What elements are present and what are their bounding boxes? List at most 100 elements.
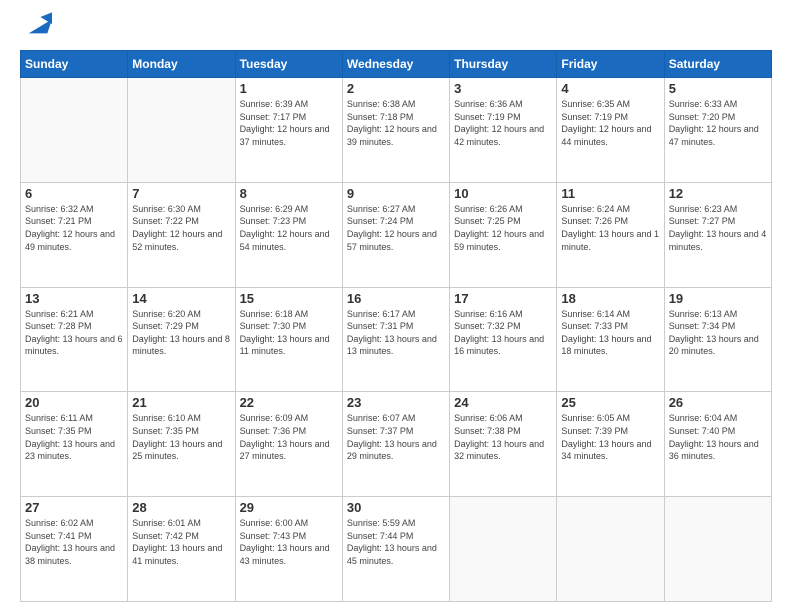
- header-row: SundayMondayTuesdayWednesdayThursdayFrid…: [21, 51, 772, 78]
- day-info: Sunrise: 6:14 AMSunset: 7:33 PMDaylight:…: [561, 308, 659, 358]
- day-info: Sunrise: 6:23 AMSunset: 7:27 PMDaylight:…: [669, 203, 767, 253]
- day-number: 20: [25, 395, 123, 410]
- day-number: 24: [454, 395, 552, 410]
- calendar-table: SundayMondayTuesdayWednesdayThursdayFrid…: [20, 50, 772, 602]
- day-info: Sunrise: 6:10 AMSunset: 7:35 PMDaylight:…: [132, 412, 230, 462]
- header: [20, 16, 772, 40]
- day-number: 5: [669, 81, 767, 96]
- calendar-cell: 17 Sunrise: 6:16 AMSunset: 7:32 PMDayligh…: [450, 287, 557, 392]
- day-info: Sunrise: 6:00 AMSunset: 7:43 PMDaylight:…: [240, 517, 338, 567]
- calendar-row: 27 Sunrise: 6:02 AMSunset: 7:41 PMDayligh…: [21, 497, 772, 602]
- calendar-cell: 14Sunrise: 6:20 AMSunset: 7:29 PMDayligh…: [128, 287, 235, 392]
- day-number: 17: [454, 291, 552, 306]
- calendar-row: 20 Sunrise: 6:11 AMSunset: 7:35 PMDayligh…: [21, 392, 772, 497]
- day-number: 1: [240, 81, 338, 96]
- day-number: 14: [132, 291, 230, 306]
- header-day: Saturday: [664, 51, 771, 78]
- calendar-cell: [557, 497, 664, 602]
- calendar-row: 1Sunrise: 6:39 AMSunset: 7:17 PMDaylight…: [21, 78, 772, 183]
- day-info: Sunrise: 6:11 AMSunset: 7:35 PMDaylight:…: [25, 412, 123, 462]
- calendar-cell: 6 Sunrise: 6:32 AMSunset: 7:21 PMDaylight…: [21, 182, 128, 287]
- calendar-cell: [128, 78, 235, 183]
- calendar-cell: 5 Sunrise: 6:33 AMSunset: 7:20 PMDaylight…: [664, 78, 771, 183]
- day-info: Sunrise: 6:09 AMSunset: 7:36 PMDaylight:…: [240, 412, 338, 462]
- calendar-cell: 3 Sunrise: 6:36 AMSunset: 7:19 PMDaylight…: [450, 78, 557, 183]
- day-number: 15: [240, 291, 338, 306]
- day-number: 9: [347, 186, 445, 201]
- day-info: Sunrise: 6:36 AMSunset: 7:19 PMDaylight:…: [454, 98, 552, 148]
- day-info: Sunrise: 6:01 AMSunset: 7:42 PMDaylight:…: [132, 517, 230, 567]
- calendar-cell: 16 Sunrise: 6:17 AMSunset: 7:31 PMDayligh…: [342, 287, 449, 392]
- day-info: Sunrise: 6:04 AMSunset: 7:40 PMDaylight:…: [669, 412, 767, 462]
- day-info: Sunrise: 6:35 AMSunset: 7:19 PMDaylight:…: [561, 98, 659, 148]
- day-info: Sunrise: 6:17 AMSunset: 7:31 PMDaylight:…: [347, 308, 445, 358]
- calendar-cell: 19 Sunrise: 6:13 AMSunset: 7:34 PMDayligh…: [664, 287, 771, 392]
- calendar-header: SundayMondayTuesdayWednesdayThursdayFrid…: [21, 51, 772, 78]
- day-number: 11: [561, 186, 659, 201]
- day-number: 22: [240, 395, 338, 410]
- calendar-cell: 27 Sunrise: 6:02 AMSunset: 7:41 PMDayligh…: [21, 497, 128, 602]
- day-number: 16: [347, 291, 445, 306]
- header-day: Thursday: [450, 51, 557, 78]
- day-info: Sunrise: 6:06 AMSunset: 7:38 PMDaylight:…: [454, 412, 552, 462]
- day-info: Sunrise: 6:26 AMSunset: 7:25 PMDaylight:…: [454, 203, 552, 253]
- calendar-cell: 22 Sunrise: 6:09 AMSunset: 7:36 PMDayligh…: [235, 392, 342, 497]
- calendar-cell: 23 Sunrise: 6:07 AMSunset: 7:37 PMDayligh…: [342, 392, 449, 497]
- calendar-cell: 1Sunrise: 6:39 AMSunset: 7:17 PMDaylight…: [235, 78, 342, 183]
- day-number: 25: [561, 395, 659, 410]
- day-number: 8: [240, 186, 338, 201]
- day-number: 3: [454, 81, 552, 96]
- day-info: Sunrise: 6:02 AMSunset: 7:41 PMDaylight:…: [25, 517, 123, 567]
- day-number: 28: [132, 500, 230, 515]
- calendar-cell: 2 Sunrise: 6:38 AMSunset: 7:18 PMDaylight…: [342, 78, 449, 183]
- logo-icon: [24, 10, 48, 34]
- calendar-cell: 20 Sunrise: 6:11 AMSunset: 7:35 PMDayligh…: [21, 392, 128, 497]
- header-day: Monday: [128, 51, 235, 78]
- header-day: Sunday: [21, 51, 128, 78]
- calendar-cell: 7Sunrise: 6:30 AMSunset: 7:22 PMDaylight…: [128, 182, 235, 287]
- day-number: 18: [561, 291, 659, 306]
- day-info: Sunrise: 6:18 AMSunset: 7:30 PMDaylight:…: [240, 308, 338, 358]
- page: SundayMondayTuesdayWednesdayThursdayFrid…: [0, 0, 792, 612]
- day-number: 30: [347, 500, 445, 515]
- calendar-cell: 25 Sunrise: 6:05 AMSunset: 7:39 PMDayligh…: [557, 392, 664, 497]
- header-day: Friday: [557, 51, 664, 78]
- day-number: 19: [669, 291, 767, 306]
- calendar-cell: 26Sunrise: 6:04 AMSunset: 7:40 PMDayligh…: [664, 392, 771, 497]
- day-info: Sunrise: 6:07 AMSunset: 7:37 PMDaylight:…: [347, 412, 445, 462]
- day-number: 13: [25, 291, 123, 306]
- calendar-cell: 11 Sunrise: 6:24 AMSunset: 7:26 PMDayligh…: [557, 182, 664, 287]
- day-info: Sunrise: 6:33 AMSunset: 7:20 PMDaylight:…: [669, 98, 767, 148]
- calendar-cell: 9 Sunrise: 6:27 AMSunset: 7:24 PMDaylight…: [342, 182, 449, 287]
- header-day: Wednesday: [342, 51, 449, 78]
- day-number: 23: [347, 395, 445, 410]
- day-info: Sunrise: 6:27 AMSunset: 7:24 PMDaylight:…: [347, 203, 445, 253]
- calendar-cell: 29 Sunrise: 6:00 AMSunset: 7:43 PMDayligh…: [235, 497, 342, 602]
- calendar-cell: [21, 78, 128, 183]
- day-info: Sunrise: 6:24 AMSunset: 7:26 PMDaylight:…: [561, 203, 659, 253]
- calendar-cell: [664, 497, 771, 602]
- day-number: 2: [347, 81, 445, 96]
- logo: [20, 16, 48, 40]
- day-number: 29: [240, 500, 338, 515]
- day-info: Sunrise: 6:16 AMSunset: 7:32 PMDaylight:…: [454, 308, 552, 358]
- day-number: 7: [132, 186, 230, 201]
- day-info: Sunrise: 6:13 AMSunset: 7:34 PMDaylight:…: [669, 308, 767, 358]
- header-day: Tuesday: [235, 51, 342, 78]
- calendar-cell: 10Sunrise: 6:26 AMSunset: 7:25 PMDayligh…: [450, 182, 557, 287]
- day-number: 21: [132, 395, 230, 410]
- calendar-cell: 12Sunrise: 6:23 AMSunset: 7:27 PMDayligh…: [664, 182, 771, 287]
- day-info: Sunrise: 6:05 AMSunset: 7:39 PMDaylight:…: [561, 412, 659, 462]
- calendar-cell: 13Sunrise: 6:21 AMSunset: 7:28 PMDayligh…: [21, 287, 128, 392]
- calendar-row: 13Sunrise: 6:21 AMSunset: 7:28 PMDayligh…: [21, 287, 772, 392]
- calendar-cell: [450, 497, 557, 602]
- day-info: Sunrise: 6:32 AMSunset: 7:21 PMDaylight:…: [25, 203, 123, 253]
- calendar-cell: 15 Sunrise: 6:18 AMSunset: 7:30 PMDayligh…: [235, 287, 342, 392]
- day-number: 27: [25, 500, 123, 515]
- day-number: 6: [25, 186, 123, 201]
- calendar-cell: 18 Sunrise: 6:14 AMSunset: 7:33 PMDayligh…: [557, 287, 664, 392]
- day-info: Sunrise: 5:59 AMSunset: 7:44 PMDaylight:…: [347, 517, 445, 567]
- calendar-row: 6 Sunrise: 6:32 AMSunset: 7:21 PMDaylight…: [21, 182, 772, 287]
- day-info: Sunrise: 6:38 AMSunset: 7:18 PMDaylight:…: [347, 98, 445, 148]
- calendar-cell: 30 Sunrise: 5:59 AMSunset: 7:44 PMDayligh…: [342, 497, 449, 602]
